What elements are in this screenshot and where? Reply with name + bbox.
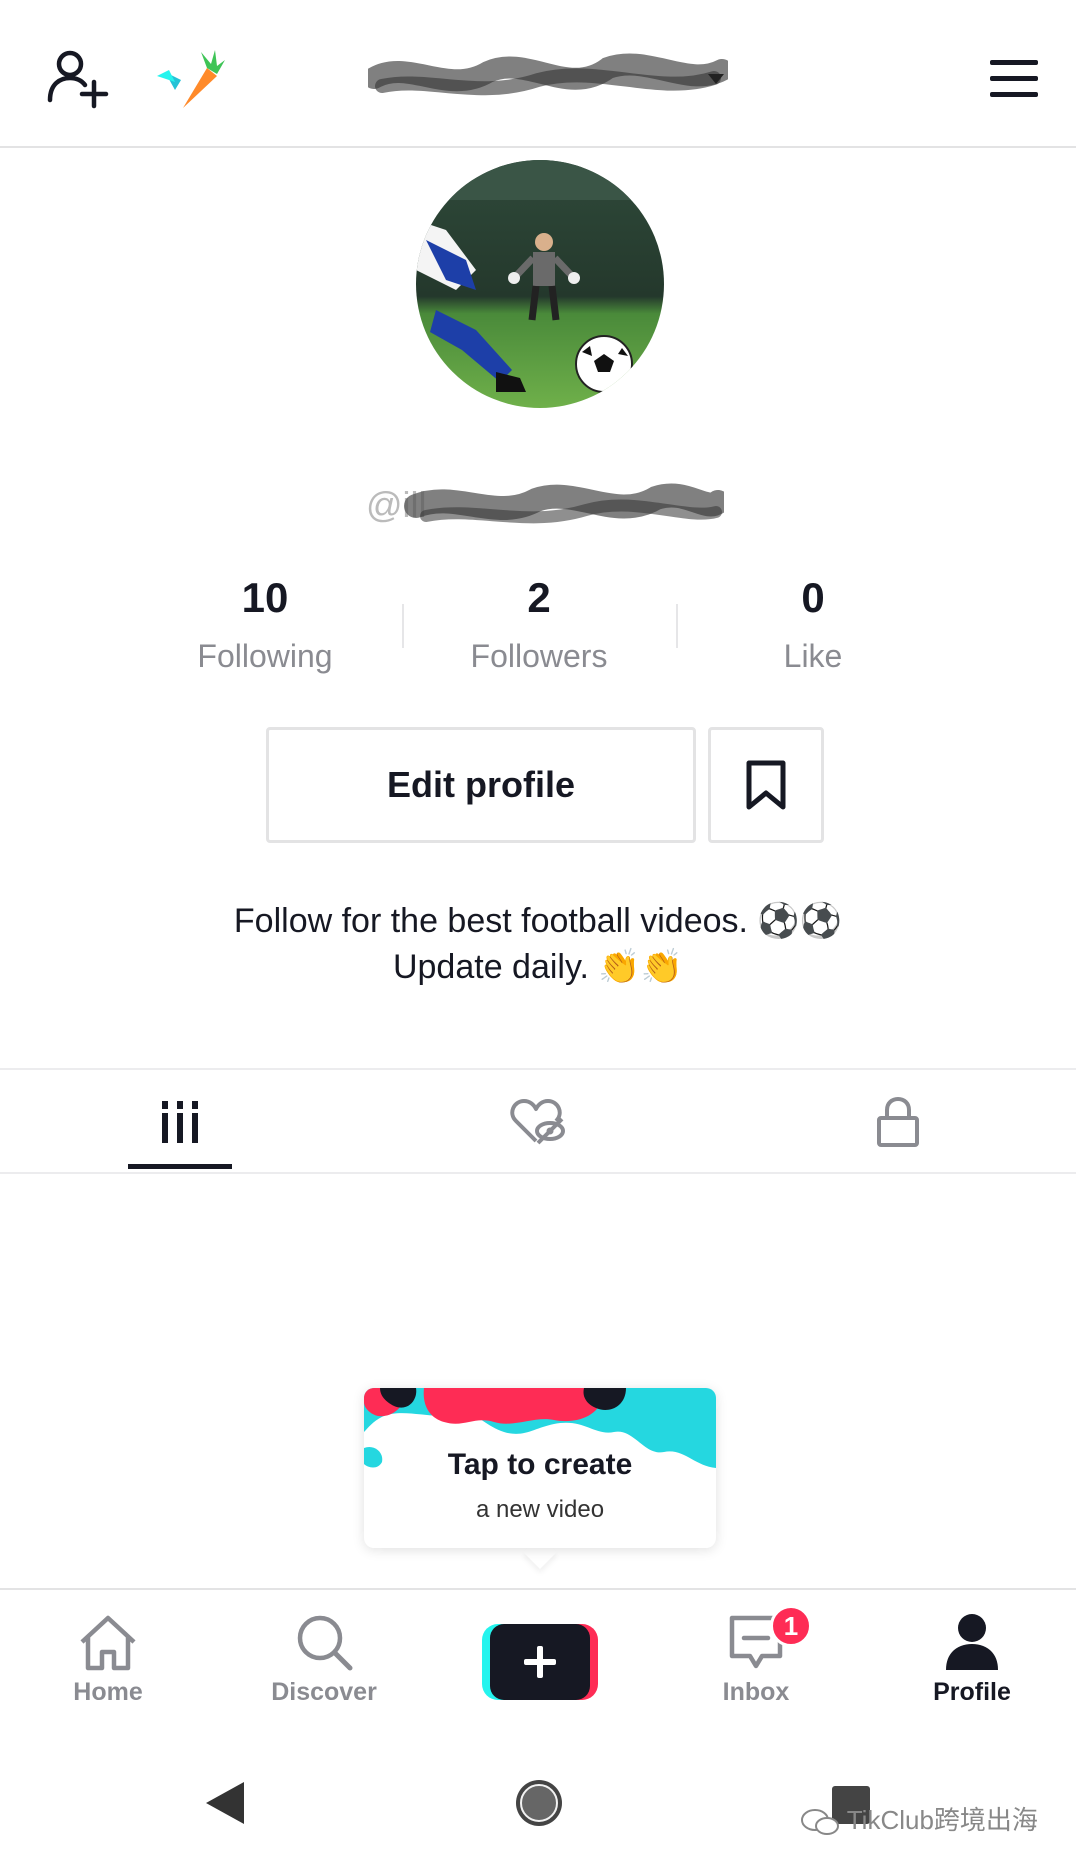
home-icon [80, 1615, 136, 1671]
create-button[interactable] [460, 1624, 620, 1705]
nav-home-label: Home [73, 1678, 143, 1706]
search-icon [297, 1615, 353, 1671]
bio: Follow for the best football videos. ⚽⚽ … [0, 898, 1076, 990]
profile-icon [946, 1614, 998, 1670]
add-user-icon[interactable] [44, 44, 112, 112]
inbox-badge: 1 [770, 1605, 812, 1647]
wechat-icon [801, 1809, 839, 1836]
watermark-text: TikClub跨境出海 [846, 1805, 1038, 1835]
liked-hidden-icon [510, 1099, 565, 1145]
username-scribble [363, 48, 733, 112]
avatar[interactable] [416, 160, 664, 408]
tab-liked[interactable] [448, 1070, 628, 1174]
nav-inbox-label: Inbox [722, 1678, 790, 1706]
likes-label: Like [783, 638, 843, 674]
tab-private[interactable] [808, 1070, 988, 1174]
carrot-icon[interactable] [155, 46, 225, 112]
nav-profile[interactable]: Profile [892, 1610, 1052, 1707]
bottom-nav: Home Discover Inbox Profile [0, 1588, 1076, 1728]
bio-line-1: Follow for the best football videos. ⚽⚽ [233, 902, 843, 940]
home-circle-icon[interactable] [514, 1778, 564, 1828]
stat-followers[interactable]: 2 Followers [404, 570, 674, 684]
stat-likes[interactable]: 0 Like [678, 570, 948, 684]
edit-profile-button[interactable]: Edit profile [266, 727, 696, 843]
tab-videos[interactable] [90, 1070, 270, 1174]
system-nav [0, 1728, 1076, 1868]
create-video-tooltip[interactable]: Tap to create a new video [364, 1388, 716, 1548]
active-tab-indicator [128, 1164, 232, 1169]
plus-icon [482, 1624, 598, 1700]
favorites-button[interactable] [708, 727, 824, 843]
create-tip-subtitle: a new video [475, 1496, 605, 1523]
grid-icon [162, 1101, 198, 1143]
create-tip-title: Tap to create [447, 1448, 633, 1481]
followers-count: 2 [527, 574, 551, 621]
likes-count: 0 [801, 574, 825, 621]
nav-discover-label: Discover [271, 1678, 377, 1706]
nav-home[interactable]: Home [28, 1610, 188, 1707]
nav-profile-label: Profile [933, 1678, 1011, 1706]
bio-line-2: Update daily. 👏👏 [392, 948, 684, 986]
back-icon[interactable] [204, 1780, 246, 1826]
following-label: Following [197, 638, 333, 674]
lock-icon [877, 1096, 919, 1147]
followers-label: Followers [470, 638, 608, 674]
stat-following[interactable]: 10 Following [130, 570, 400, 684]
menu-icon[interactable] [988, 56, 1040, 102]
handle-scribble [356, 476, 730, 538]
bookmark-icon [746, 760, 786, 810]
nav-discover[interactable]: Discover [244, 1610, 404, 1707]
watermark: TikClub跨境出海 [800, 1800, 1038, 1837]
content-tabs [0, 1068, 1076, 1174]
following-count: 10 [241, 574, 289, 621]
nav-inbox[interactable]: Inbox [676, 1610, 836, 1707]
